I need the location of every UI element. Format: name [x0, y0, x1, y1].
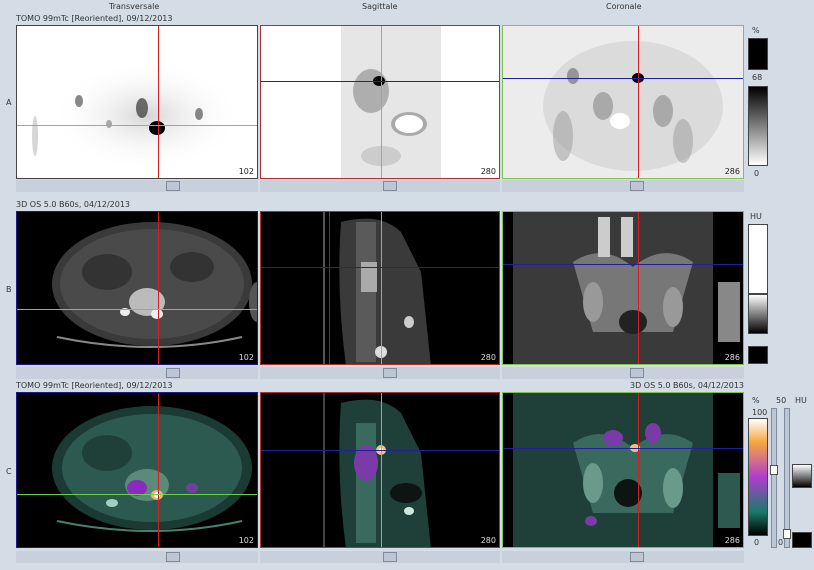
row-a-coronale-viewport[interactable]: 286	[502, 25, 744, 179]
slice-number: 280	[480, 353, 496, 362]
scale-c-threshold: 50	[776, 396, 787, 405]
crosshair-horizontal[interactable]	[17, 494, 257, 495]
fusion-slider-thumb[interactable]	[770, 465, 778, 475]
row-c-sagittale-viewport[interactable]: 280	[260, 392, 500, 548]
row-c-coronale-scrollbar[interactable]	[502, 551, 744, 563]
slice-number: 286	[724, 536, 740, 545]
crosshair-horizontal[interactable]	[503, 264, 743, 265]
row-c-coronale-viewport[interactable]: 286	[502, 392, 744, 548]
crosshair-horizontal[interactable]	[261, 450, 499, 451]
crosshair-horizontal[interactable]	[503, 78, 743, 79]
row-c-transversale-scrollbar[interactable]	[16, 551, 258, 563]
row-a-sagittale-viewport[interactable]: 280	[260, 25, 500, 179]
row-c-series-label-left: TOMO 99mTc [Reoriented], 09/12/2013	[16, 381, 173, 390]
scroll-thumb[interactable]	[383, 368, 397, 378]
scale-a-min: 0	[754, 169, 760, 178]
scale-c-hu-bottom-block	[792, 532, 812, 548]
row-b-transversale-image	[52, 222, 257, 348]
column-header-transversale: Transversale	[109, 2, 160, 11]
hu-slider-thumb[interactable]	[783, 529, 791, 539]
scale-a-top-block	[748, 38, 768, 70]
crosshair-vertical[interactable]	[638, 26, 639, 178]
scale-c-min: 0	[754, 538, 760, 547]
row-a-transversale-image	[32, 61, 242, 171]
row-a-transversale-scrollbar[interactable]	[16, 180, 258, 192]
slice-number: 280	[480, 167, 496, 176]
scale-a-unit: %	[752, 26, 760, 35]
crosshair-horizontal[interactable]	[17, 125, 257, 126]
scale-a-marker-value[interactable]: 68	[752, 73, 762, 82]
slice-number: 102	[238, 536, 254, 545]
row-c-transversale-image	[52, 406, 252, 532]
scale-b-gradient-bar[interactable]	[748, 294, 768, 334]
crosshair-horizontal[interactable]	[503, 448, 743, 449]
column-header-sagittale: Sagittale	[362, 2, 398, 11]
row-b-series-label: 3D OS 5.0 B60s, 04/12/2013	[16, 200, 131, 209]
row-c-transversale-viewport[interactable]: 102	[16, 392, 258, 548]
scale-c-hu-gradient[interactable]	[792, 464, 812, 488]
crosshair-vertical[interactable]	[638, 212, 639, 364]
scroll-thumb[interactable]	[383, 181, 397, 191]
slice-number: 280	[480, 536, 496, 545]
scale-b-bottom-block	[748, 346, 768, 364]
crosshair-vertical[interactable]	[158, 212, 159, 364]
slice-number: 286	[724, 353, 740, 362]
row-a-sagittale-scrollbar[interactable]	[260, 180, 500, 192]
row-c-coronale-image	[513, 393, 740, 547]
crosshair-vertical[interactable]	[158, 393, 159, 547]
crosshair-vertical[interactable]	[381, 393, 382, 547]
row-a-transversale-viewport[interactable]: 102	[16, 25, 258, 179]
fusion-slider-track[interactable]	[770, 408, 778, 548]
scroll-thumb[interactable]	[630, 552, 644, 562]
row-a-coronale-scrollbar[interactable]	[502, 180, 744, 192]
row-c-letter: C	[6, 467, 12, 476]
row-b-letter: B	[6, 285, 12, 294]
scale-a-gradient-bar[interactable]	[748, 86, 768, 166]
row-b-coronale-image	[513, 212, 740, 364]
scroll-thumb[interactable]	[630, 181, 644, 191]
column-header-coronale: Coronale	[606, 2, 642, 11]
scale-c-color-bar[interactable]	[748, 418, 768, 536]
crosshair-horizontal[interactable]	[261, 267, 499, 268]
hu-slider-track[interactable]	[783, 408, 791, 548]
row-a-letter: A	[6, 98, 12, 107]
crosshair-horizontal[interactable]	[261, 81, 499, 82]
row-c-series-label-right: 3D OS 5.0 B60s, 04/12/2013	[630, 381, 745, 390]
row-a-series-label: TOMO 99mTc [Reoriented], 09/12/2013	[16, 14, 173, 23]
scale-b-unit: HU	[750, 212, 762, 221]
scroll-thumb[interactable]	[166, 552, 180, 562]
row-a-coronale-image	[503, 26, 743, 178]
slice-number: 102	[238, 167, 254, 176]
scale-c-unit: %	[752, 396, 760, 405]
scale-c-max: 100	[752, 408, 768, 417]
row-b-transversale-viewport[interactable]: 102	[16, 211, 258, 365]
row-b-coronale-scrollbar[interactable]	[502, 367, 744, 379]
crosshair-horizontal[interactable]	[17, 309, 257, 310]
scroll-thumb[interactable]	[166, 368, 180, 378]
scale-c-hu-unit: HU	[795, 396, 807, 405]
row-b-coronale-viewport[interactable]: 286	[502, 211, 744, 365]
crosshair-vertical[interactable]	[638, 393, 639, 547]
slice-number: 102	[238, 353, 254, 362]
scale-c-hu-min: 0	[778, 538, 784, 547]
row-b-sagittale-viewport[interactable]: 280	[260, 211, 500, 365]
row-b-sagittale-scrollbar[interactable]	[260, 367, 500, 379]
scroll-thumb[interactable]	[166, 181, 180, 191]
row-b-transversale-scrollbar[interactable]	[16, 367, 258, 379]
scroll-thumb[interactable]	[630, 368, 644, 378]
crosshair-vertical[interactable]	[381, 26, 382, 178]
row-c-sagittale-scrollbar[interactable]	[260, 551, 500, 563]
crosshair-vertical[interactable]	[158, 26, 159, 178]
scroll-thumb[interactable]	[383, 552, 397, 562]
slice-number: 286	[724, 167, 740, 176]
crosshair-vertical[interactable]	[381, 212, 382, 364]
scale-b-white-block	[748, 224, 768, 294]
